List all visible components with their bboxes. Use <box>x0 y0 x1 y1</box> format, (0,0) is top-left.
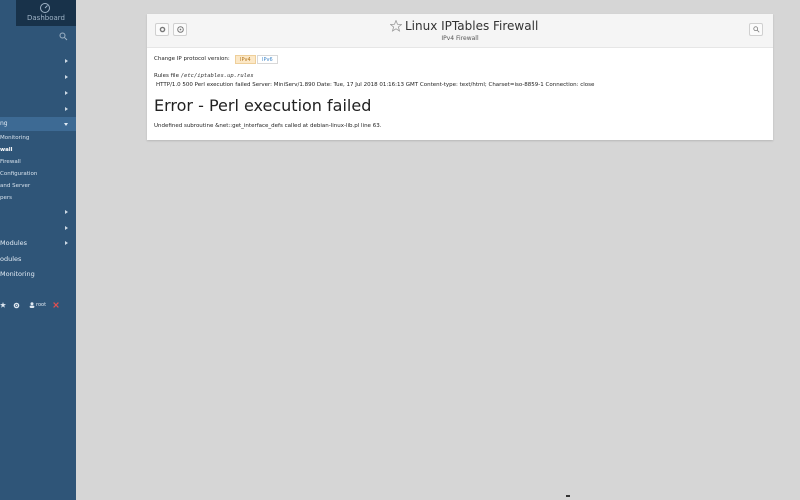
user-icon[interactable] <box>29 302 35 308</box>
search-icon <box>59 32 68 41</box>
chevron-right-icon <box>65 75 68 79</box>
dashboard-icon <box>40 3 50 13</box>
sidebar-subitem-monitoring[interactable]: Monitoring <box>0 132 76 144</box>
mouse-cursor <box>566 495 570 497</box>
chevron-right-icon <box>65 59 68 63</box>
user-name: root <box>36 302 47 308</box>
ipv6-button[interactable]: IPv6 <box>257 55 278 64</box>
gear-icon <box>159 26 166 33</box>
firewall-panel: Linux IPTables Firewall IPv4 Firewall Ch… <box>147 14 773 140</box>
sidebar-subitem-firewall[interactable]: Firewall <box>0 156 76 168</box>
gear-icon[interactable] <box>13 302 20 309</box>
sidebar-category-3[interactable] <box>0 86 76 100</box>
dashboard-label: Dashboard <box>27 14 65 22</box>
logout-icon[interactable] <box>53 302 59 308</box>
http-response-text: HTTP/1.0 500 Perl execution failed Serve… <box>156 82 595 88</box>
page-subtitle: IPv4 Firewall <box>441 35 479 42</box>
search-icon <box>753 26 760 33</box>
sidebar-subitem-configuration[interactable]: Configuration <box>0 168 76 180</box>
sidebar-subitem-pers[interactable]: pers <box>0 192 76 204</box>
ipv4-button[interactable]: IPv4 <box>235 55 256 64</box>
sidebar-item-label: odules <box>0 255 22 263</box>
panel-header: Linux IPTables Firewall IPv4 Firewall <box>147 14 773 48</box>
sidebar-category-6[interactable] <box>0 221 76 235</box>
sidebar-subitem-server[interactable]: and Server <box>0 180 76 192</box>
sidebar-category-active-label: ng <box>0 120 8 127</box>
dashboard-tab[interactable]: Dashboard <box>16 0 76 26</box>
rules-file-line: Rules file /etc/iptables.up.rules <box>154 73 254 79</box>
sidebar-item-odules[interactable]: odules <box>0 252 76 266</box>
chevron-right-icon <box>65 107 68 111</box>
sidebar-category-2[interactable] <box>0 70 76 84</box>
sidebar-item-monitoring[interactable]: Monitoring <box>0 267 76 281</box>
chevron-down-icon <box>64 123 68 126</box>
chevron-right-icon <box>65 226 68 230</box>
error-heading: Error - Perl execution failed <box>154 96 372 115</box>
rules-file-path: /etc/iptables.up.rules <box>180 73 254 79</box>
rules-file-label: Rules file <box>154 73 179 79</box>
sidebar-search[interactable] <box>0 30 76 44</box>
sidebar: Dashboard ng Monitoring wall Firewall Co… <box>0 0 76 500</box>
error-detail: Undefined subroutine &net::get_interface… <box>154 123 382 129</box>
star-icon[interactable] <box>0 302 6 308</box>
sidebar-item-label: Monitoring <box>0 270 35 278</box>
sidebar-item-modules[interactable]: Modules <box>0 236 76 250</box>
protocol-label: Change IP protocol version: <box>154 56 230 62</box>
chevron-right-icon <box>65 210 68 214</box>
sidebar-item-label: Modules <box>0 239 28 247</box>
sidebar-category-1[interactable] <box>0 54 76 68</box>
help-icon <box>177 26 184 33</box>
page-title: Linux IPTables Firewall <box>405 19 539 33</box>
star-icon[interactable] <box>390 20 402 32</box>
sidebar-category-4[interactable] <box>0 102 76 116</box>
sidebar-category-5[interactable] <box>0 205 76 219</box>
sidebar-category-active[interactable]: ng <box>0 117 76 131</box>
search-button[interactable] <box>749 23 763 36</box>
chevron-right-icon <box>65 91 68 95</box>
sidebar-subitem-firewall-active[interactable]: wall <box>0 144 76 156</box>
chevron-right-icon <box>65 241 68 245</box>
sidebar-footer: root <box>0 300 76 312</box>
